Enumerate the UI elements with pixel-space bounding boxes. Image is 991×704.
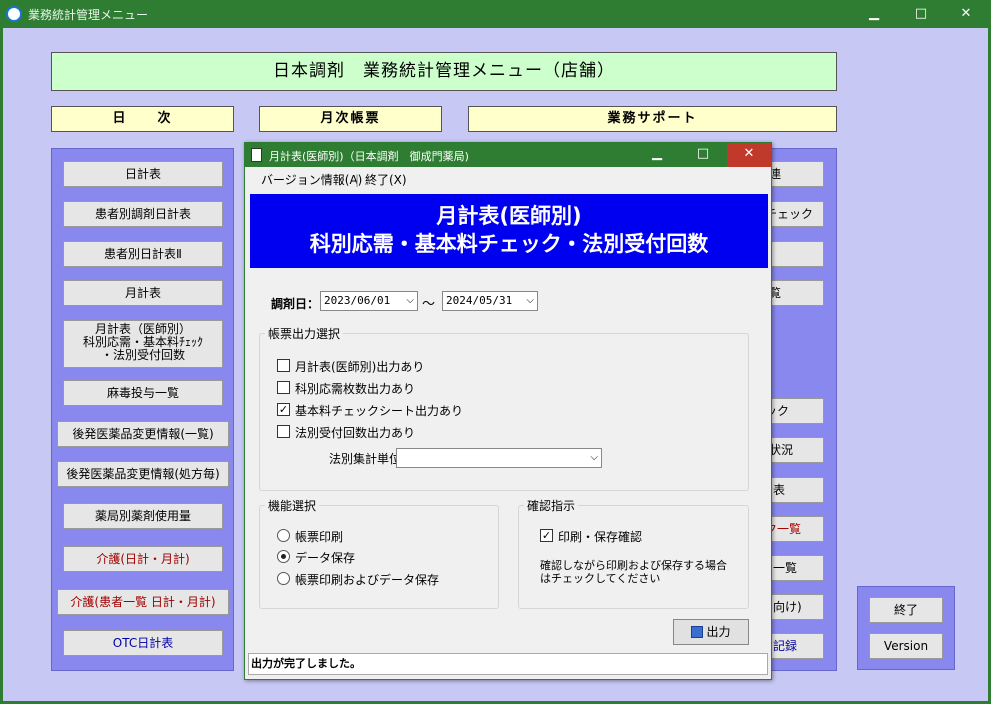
- care-daily-monthly-button[interactable]: 介護(日計・月計): [63, 546, 223, 572]
- date-label: 調剤日：: [271, 297, 320, 311]
- close-button[interactable]: ✕: [952, 4, 980, 24]
- otc-daily-button[interactable]: OTC日計表: [63, 630, 223, 656]
- date-from-picker[interactable]: 2023/06/01 ⌵: [320, 291, 418, 311]
- radio-save-label: データ保存: [295, 551, 356, 565]
- chevron-down-icon: ⌵: [526, 295, 534, 306]
- output-button[interactable]: 出力: [673, 619, 749, 645]
- monthly-doctor-dialog: 月計表(医師別)（日本調剤 御成門薬局) ▁ □ ✕ バージョン情報(A) | …: [244, 142, 772, 680]
- status-bar: 出力が完了しました。: [248, 653, 768, 675]
- menu-version-info[interactable]: バージョン情報(A): [261, 169, 362, 191]
- narcotic-list-button[interactable]: 麻毒投与一覧: [63, 380, 223, 406]
- check-dept-count[interactable]: [277, 381, 290, 394]
- dialog-menubar: バージョン情報(A) | 終了(X): [249, 169, 767, 191]
- confirm-note-line2: はチェックしてください: [540, 572, 661, 585]
- check-law-count[interactable]: [277, 425, 290, 438]
- date-to-picker[interactable]: 2024/05/31 ⌵: [442, 291, 538, 311]
- check-confirm[interactable]: ✓: [540, 529, 553, 542]
- banner-line1: 月計表(医師別): [436, 204, 582, 228]
- dialog-titlebar: 月計表(医師別)（日本調剤 御成門薬局) ▁ □ ✕: [245, 143, 771, 167]
- patient-daily-report-button[interactable]: 患者別調剤日計表: [63, 201, 223, 227]
- dialog-maximize-button[interactable]: □: [681, 143, 725, 167]
- radio-print-label: 帳票印刷: [295, 530, 344, 544]
- minimize-button[interactable]: ▁: [860, 4, 888, 24]
- menu-exit[interactable]: 終了(X): [365, 169, 407, 191]
- date-from-value: 2023/06/01: [324, 294, 391, 307]
- radio-print-and-save[interactable]: [277, 572, 290, 585]
- check-dept-count-label: 科別応需枚数出力あり: [295, 382, 416, 396]
- daily-report-button[interactable]: 日計表: [63, 161, 223, 187]
- generic-change-list-button[interactable]: 後発医薬品変更情報(一覧): [57, 421, 229, 447]
- maximize-button[interactable]: □: [907, 4, 935, 24]
- dialog-title: 月計表(医師別)（日本調剤 御成門薬局): [269, 150, 469, 163]
- radio-save[interactable]: [277, 550, 290, 563]
- check-monthly-doctor-label: 月計表(医師別)出力あり: [295, 360, 425, 374]
- check-law-count-label: 法別受付回数出力あり: [295, 426, 416, 440]
- report-output-group-title: 帳票出力選択: [265, 325, 344, 342]
- care-patient-list-button[interactable]: 介護(患者一覧 日計・月計): [57, 589, 229, 615]
- check-basic-fee-sheet-label: 基本料チェックシート出力あり: [295, 404, 464, 418]
- date-to-value: 2024/05/31: [446, 294, 513, 307]
- exit-button[interactable]: 終了: [869, 597, 943, 623]
- patient-daily-report-2-button[interactable]: 患者別日計表Ⅱ: [63, 241, 223, 267]
- hobetsu-select[interactable]: ⌵: [396, 448, 602, 468]
- radio-print-and-save-label: 帳票印刷およびデータ保存: [295, 573, 440, 587]
- confirm-group-title: 確認指示: [524, 497, 579, 514]
- function-group-title: 機能選択: [265, 497, 320, 514]
- monthly-report-button[interactable]: 月計表: [63, 280, 223, 306]
- dialog-banner: 月計表(医師別) 科別応需・基本料チェック・法別受付回数: [250, 194, 768, 268]
- banner-line2: 科別応需・基本料チェック・法別受付回数: [309, 232, 709, 256]
- monthly-doctor-report-button[interactable]: 月計表（医師別） 科別応需・基本料ﾁｪｯｸ ・法別受付回数: [63, 320, 223, 368]
- document-icon: [251, 148, 262, 162]
- app-icon: [6, 6, 22, 22]
- chevron-down-icon: ⌵: [406, 295, 414, 306]
- section-daily: 日 次: [51, 106, 234, 132]
- floppy-disk-icon: [691, 626, 704, 638]
- check-confirm-label: 印刷・保存確認: [558, 530, 643, 544]
- output-button-label: 出力: [706, 625, 731, 639]
- main-window-title: 業務統計管理メニュー: [28, 8, 149, 22]
- section-monthly: 月次帳票: [259, 106, 442, 132]
- dialog-close-button[interactable]: ✕: [727, 143, 771, 167]
- dialog-minimize-button[interactable]: ▁: [635, 143, 679, 167]
- chevron-down-icon: ⌵: [590, 452, 598, 463]
- drug-usage-button[interactable]: 薬局別薬剤使用量: [63, 503, 223, 529]
- menu-separator: |: [355, 173, 360, 187]
- check-monthly-doctor[interactable]: [277, 359, 290, 372]
- hobetsu-label: 法別集計単位: [329, 452, 402, 466]
- date-separator: 〜: [422, 297, 436, 312]
- generic-change-per-rx-button[interactable]: 後発医薬品変更情報(処方毎): [57, 461, 229, 487]
- monthly-doctor-line3: ・法別受付回数: [100, 348, 185, 362]
- version-button[interactable]: Version: [869, 633, 943, 659]
- check-basic-fee-sheet[interactable]: ✓: [277, 403, 290, 416]
- section-support: 業務サポート: [468, 106, 837, 132]
- main-titlebar: 業務統計管理メニュー ▁ □ ✕: [0, 0, 991, 28]
- radio-print[interactable]: [277, 529, 290, 542]
- page-title: 日本調剤 業務統計管理メニュー（店舗）: [51, 52, 837, 91]
